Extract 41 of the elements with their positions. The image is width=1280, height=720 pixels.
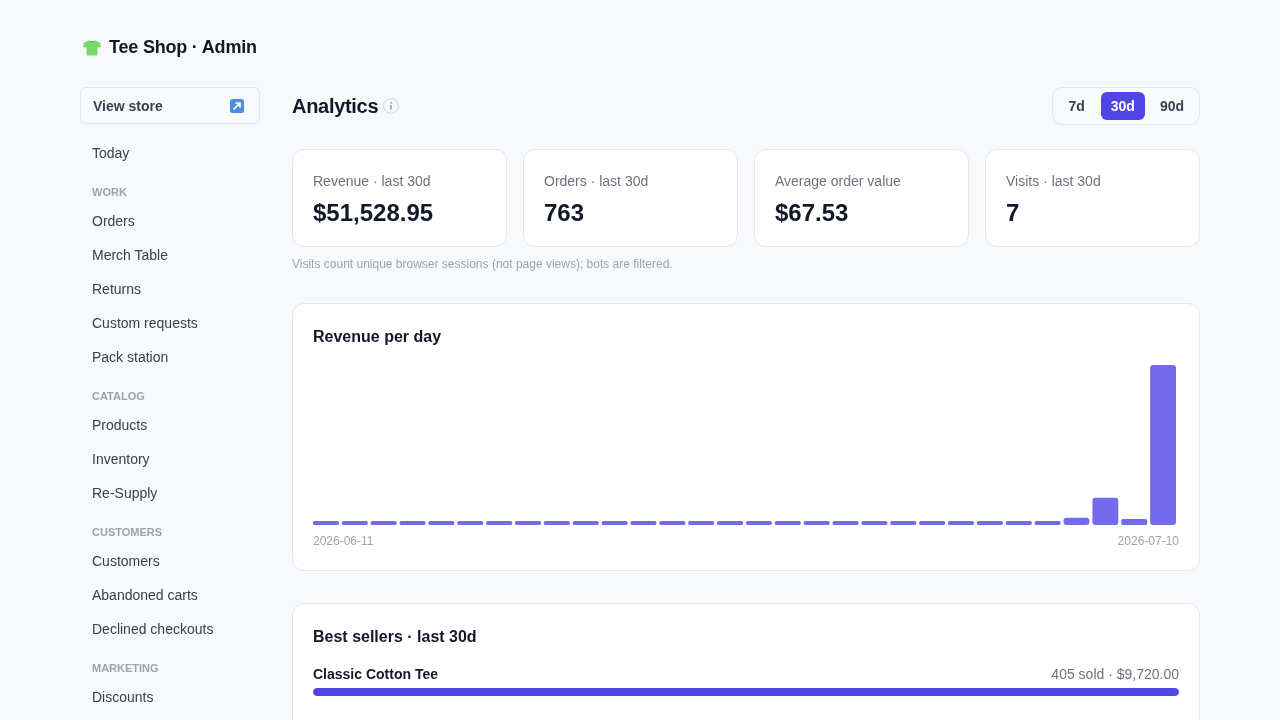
nav-item[interactable]: Re-Supply — [80, 476, 260, 510]
axis-start-date: 2026-06-11 — [313, 533, 374, 549]
page-title: Analytics — [292, 94, 379, 118]
brand-title: Tee Shop · Admin — [109, 37, 257, 58]
stat-value: $67.53 — [775, 198, 850, 228]
nav-item[interactable]: Merch Table — [80, 238, 260, 272]
nav-section-heading: CATALOG — [92, 389, 145, 404]
axis-end-date: 2026-07-10 — [1117, 533, 1179, 549]
nav-item[interactable]: Orders — [80, 204, 260, 238]
nav-item[interactable]: Today — [80, 136, 260, 170]
visits-note: Visits count unique browser sessions (not page views); bots are filtered. — [292, 256, 673, 272]
stat-label: Visits · last 30d — [1006, 172, 1102, 190]
nav-item[interactable]: Custom requests — [80, 306, 260, 340]
nav-item[interactable]: Products — [80, 408, 260, 442]
nav-item[interactable]: Inventory — [80, 442, 260, 476]
nav-item[interactable]: Customers — [80, 544, 260, 578]
best-sellers-title: Best sellers · last 30d — [313, 627, 477, 647]
stat-value: 763 — [544, 198, 586, 228]
t-shirt-icon — [83, 39, 101, 56]
range-button[interactable]: 30d — [1100, 92, 1145, 120]
product-name: Classic Cotton Tee — [313, 665, 438, 683]
stat-label: Average order value — [775, 172, 902, 190]
chart-title: Revenue per day — [313, 327, 442, 347]
nav-section-heading: WORK — [92, 185, 127, 200]
nav-item[interactable]: Discounts — [80, 680, 260, 714]
nav-item[interactable]: Returns — [80, 272, 260, 306]
view-store-button[interactable]: View store — [80, 87, 260, 124]
info-icon[interactable] — [383, 98, 400, 114]
range-button[interactable]: 7d — [1057, 92, 1096, 120]
range-button[interactable]: 90d — [1149, 92, 1194, 120]
nav-section-heading: CUSTOMERS — [92, 525, 163, 540]
nav-item[interactable]: Declined checkouts — [80, 612, 260, 646]
nav-item[interactable]: Pack station — [80, 340, 260, 374]
stat-label: Orders · last 30d — [544, 172, 650, 190]
sales-summary: 405 sold · $9,720.00 — [1051, 665, 1179, 683]
stat-label: Revenue · last 30d — [313, 172, 432, 190]
nav-item[interactable]: Abandoned carts — [80, 578, 260, 612]
external-link-icon — [230, 98, 244, 113]
stat-value: 7 — [1006, 198, 1021, 228]
stat-value: $51,528.95 — [313, 198, 435, 228]
nav-section-heading: MARKETING — [92, 661, 159, 676]
